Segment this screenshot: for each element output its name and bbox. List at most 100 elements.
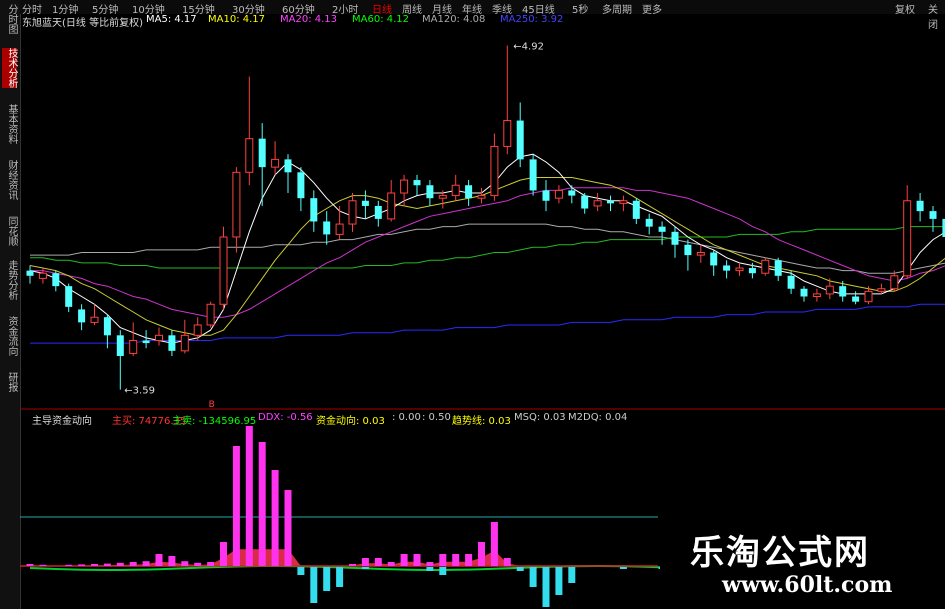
buy-bar: [220, 542, 227, 566]
sell-bar: [361, 567, 369, 569]
candle-body: [723, 265, 731, 271]
buy-bar: [284, 490, 292, 566]
candle-body: [65, 286, 73, 307]
buy-bar: [439, 554, 447, 566]
candle-body: [581, 195, 589, 209]
buy-bar: [478, 542, 485, 566]
buy-bar: [452, 554, 460, 566]
buy-bar: [207, 562, 215, 566]
candle-body: [825, 285, 834, 295]
candle-body: [90, 316, 99, 323]
buy-bar: [232, 446, 240, 566]
candle-body: [465, 185, 473, 199]
candle-body: [890, 275, 899, 290]
candle-body: [206, 303, 215, 326]
m2dq-label: M2DQ: 0.04: [568, 412, 628, 423]
ma60-line: [30, 226, 945, 269]
sell-bar: [529, 567, 537, 587]
candle-body: [400, 179, 409, 194]
candle-body: [271, 158, 280, 168]
candle-body: [490, 145, 499, 197]
ma250-line: [30, 303, 945, 344]
buy-bar: [78, 564, 86, 566]
buy-bar: [361, 558, 369, 566]
sell-bar: [310, 567, 318, 603]
candle-body: [761, 259, 770, 274]
sell-bar: [619, 567, 627, 569]
candle-body: [774, 260, 782, 276]
buy-bar: [103, 563, 111, 566]
candle-body: [387, 192, 396, 220]
sub-title: 主导资金动向: [32, 416, 92, 427]
buy-bar: [465, 554, 473, 566]
ma5-line: [29, 153, 945, 344]
buy-bar: [258, 442, 266, 566]
candle-body: [232, 171, 241, 238]
buy-bar: [181, 561, 189, 566]
candle-body: [735, 267, 744, 272]
low-annotation: ←3.59: [124, 386, 155, 397]
candle-body: [593, 200, 602, 207]
candle-body: [52, 273, 60, 287]
candle-body: [103, 317, 111, 336]
candle-body: [516, 120, 524, 160]
sell-bar: [297, 567, 305, 575]
candle-body: [477, 195, 486, 199]
sell-bar: [542, 567, 550, 607]
candle-body: [748, 268, 756, 274]
candle-body: [78, 309, 86, 323]
candle-body: [542, 190, 550, 201]
main-sell-label: 主卖: -134596.95: [172, 416, 257, 427]
ma20-line: [30, 187, 945, 318]
candle-body: [438, 195, 447, 199]
buy-bar: [426, 562, 434, 566]
buy-bar: [503, 558, 511, 566]
candle-body: [839, 286, 847, 297]
candle-body: [38, 272, 47, 279]
sell-bar: [439, 567, 447, 575]
candle-body: [348, 200, 357, 225]
candle-body: [451, 184, 460, 197]
candle-body: [632, 200, 640, 219]
candle-body: [787, 275, 795, 289]
buy-bar: [271, 470, 279, 566]
candle-body: [155, 334, 163, 341]
candle-body: [619, 200, 628, 204]
candle-body: [168, 335, 176, 351]
msq-label: MSQ: 0.03: [514, 412, 566, 423]
candle-body: [297, 172, 305, 199]
buy-bar: [400, 554, 408, 566]
buy-bar: [65, 564, 73, 566]
buy-bar: [387, 562, 395, 566]
sell-bar: [426, 567, 434, 571]
sell-bar: [568, 567, 576, 583]
high-annotation: ←4.92: [513, 42, 544, 53]
candle-body: [180, 334, 189, 352]
candle-body: [645, 218, 653, 227]
ddx-label: DDX: -0.56: [258, 412, 313, 423]
candle-body: [361, 200, 369, 206]
buy-bar: [245, 426, 253, 566]
buy-bar: [194, 562, 202, 566]
candle-body: [142, 340, 150, 344]
candle-body: [129, 339, 138, 354]
candle-body: [335, 223, 344, 235]
candle-body: [374, 205, 382, 219]
candle-body: [26, 270, 34, 276]
buy-bar: [91, 564, 98, 566]
candle-body: [310, 198, 318, 222]
value1-label: : 0.00: [392, 412, 421, 423]
candle-body: [503, 120, 512, 147]
candle-body: [864, 290, 873, 303]
candle-body: [323, 221, 331, 235]
candle-body: [529, 159, 537, 191]
candle-body: [284, 159, 292, 173]
sell-bar: [516, 567, 524, 571]
sell-bar: [555, 567, 563, 595]
candle-body: [671, 231, 679, 245]
candle-body: [903, 200, 912, 277]
candle-body: [426, 185, 434, 199]
candle-body: [852, 296, 860, 302]
buy-bar: [26, 564, 34, 566]
candle-body: [116, 335, 124, 357]
